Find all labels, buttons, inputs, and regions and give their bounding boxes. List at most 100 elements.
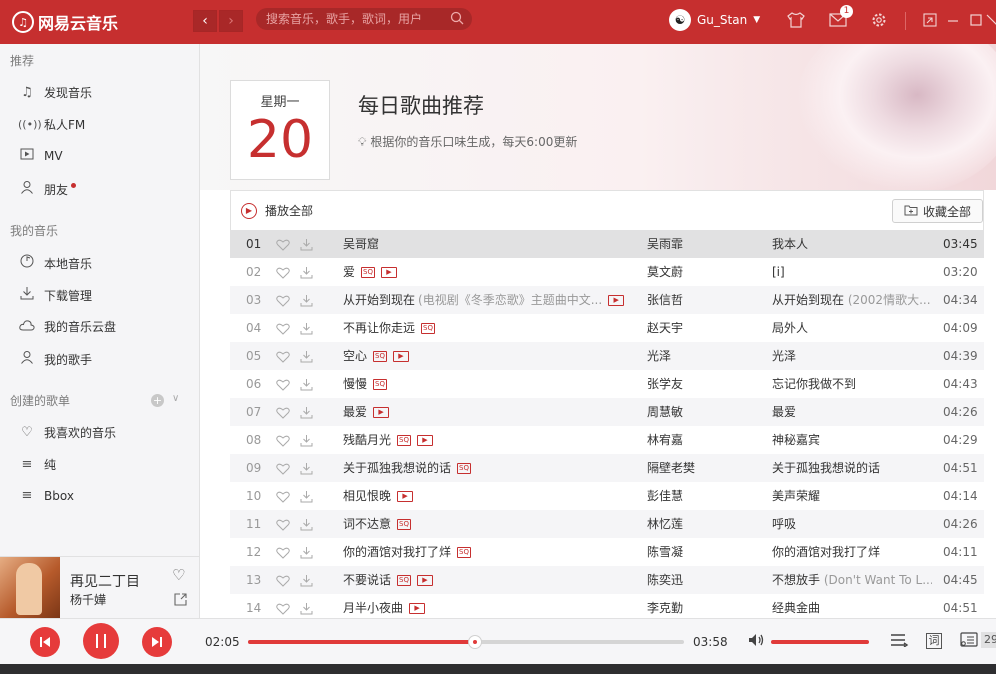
track-title[interactable]: 月半小夜曲 — [343, 594, 403, 618]
track-title[interactable]: 词不达意 — [343, 510, 391, 538]
heart-icon[interactable] — [276, 370, 290, 398]
mv-icon[interactable]: ▶ — [397, 490, 414, 502]
track-album-cell[interactable]: 不想放手 (Don't Want To L... — [772, 566, 932, 594]
progress-knob[interactable] — [467, 635, 482, 649]
previous-button[interactable] — [30, 627, 60, 657]
username[interactable]: Gu_Stan — [697, 13, 747, 27]
track-artist[interactable]: 光泽 — [647, 342, 757, 370]
track-row[interactable]: 08 残酷月光 SQ ▶ 林宥嘉 神秘嘉宾 04:29 — [230, 426, 984, 454]
heart-icon[interactable] — [276, 426, 290, 454]
back-button[interactable]: ‹ — [193, 10, 217, 32]
add-playlist-icon[interactable]: + — [151, 394, 164, 407]
heart-icon[interactable] — [276, 510, 290, 538]
track-title-cell[interactable]: 爱 SQ ▶ — [343, 258, 633, 286]
track-title-cell[interactable]: 空心 SQ ▶ — [343, 342, 633, 370]
heart-icon[interactable] — [276, 314, 290, 342]
track-album-cell[interactable]: 局外人 — [772, 314, 932, 342]
mv-icon[interactable]: ▶ — [373, 406, 390, 418]
skin-icon[interactable] — [786, 10, 806, 30]
sidebar-item-cloud[interactable]: 我的音乐云盘 — [18, 318, 116, 335]
user-menu[interactable]: ☯ Gu_Stan ▼ — [669, 9, 760, 31]
track-artist[interactable]: 张信哲 — [647, 286, 757, 314]
sidebar-item-fm[interactable]: ((•)) 私人FM — [18, 116, 85, 133]
heart-icon[interactable] — [276, 258, 290, 286]
mv-icon[interactable]: ▶ — [416, 434, 433, 446]
volume-slider[interactable] — [771, 640, 869, 644]
close-icon[interactable] — [982, 10, 996, 30]
heart-icon[interactable] — [276, 594, 290, 618]
track-title[interactable]: 不要说话 — [343, 566, 391, 594]
track-album-cell[interactable]: 你的酒馆对我打了烊 — [772, 538, 932, 566]
track-artist[interactable]: 赵天宇 — [647, 314, 757, 342]
app-logo[interactable]: ♫ 网易云音乐 — [12, 10, 118, 34]
track-album-cell[interactable]: 神秘嘉宾 — [772, 426, 932, 454]
track-row[interactable]: 12 你的酒馆对我打了烊 SQ 陈雪凝 你的酒馆对我打了烊 04:11 — [230, 538, 984, 566]
track-artist[interactable]: 陈奕迅 — [647, 566, 757, 594]
heart-icon[interactable] — [276, 230, 290, 258]
track-album-cell[interactable]: 从开始到现在 (2002情歌大... — [772, 286, 932, 314]
playlist-icon[interactable] — [960, 632, 978, 652]
mv-icon[interactable]: ▶ — [380, 266, 397, 278]
track-title-cell[interactable]: 最爱 ▶ — [343, 398, 633, 426]
play-mode-icon[interactable] — [890, 633, 909, 651]
track-title-cell[interactable]: 关于孤独我想说的话 SQ — [343, 454, 633, 482]
track-title[interactable]: 你的酒馆对我打了烊 — [343, 538, 451, 566]
track-title[interactable]: 关于孤独我想说的话 — [343, 454, 451, 482]
heart-icon[interactable] — [276, 566, 290, 594]
share-icon[interactable] — [174, 593, 187, 609]
sidebar-item-downloads[interactable]: 下载管理 — [18, 286, 92, 304]
search-input[interactable] — [266, 12, 446, 26]
heart-icon[interactable] — [276, 482, 290, 510]
download-icon[interactable] — [300, 454, 313, 482]
download-icon[interactable] — [300, 398, 313, 426]
now-playing-title[interactable]: 再见二丁目 — [70, 571, 140, 591]
download-icon[interactable] — [300, 342, 313, 370]
sidebar-item-playlist-bbox[interactable]: ≡ Bbox — [18, 488, 74, 503]
search-icon[interactable] — [450, 11, 464, 28]
track-album-cell[interactable]: 呼吸 — [772, 510, 932, 538]
download-icon[interactable] — [300, 314, 313, 342]
chevron-down-icon[interactable]: ▼ — [753, 15, 760, 25]
download-icon[interactable] — [300, 566, 313, 594]
track-row[interactable]: 07 最爱 ▶ 周慧敏 最爱 04:26 — [230, 398, 984, 426]
track-artist[interactable]: 林忆莲 — [647, 510, 757, 538]
minimize-icon[interactable] — [943, 10, 963, 30]
track-row[interactable]: 14 月半小夜曲 ▶ 李克勤 经典金曲 04:51 — [230, 594, 984, 618]
track-title[interactable]: 不再让你走远 — [343, 314, 415, 342]
now-playing-panel[interactable]: 再见二丁目 杨千嬅 ♡ — [0, 556, 200, 619]
next-button[interactable] — [142, 627, 172, 657]
mv-icon[interactable]: ▶ — [608, 294, 625, 306]
track-title-cell[interactable]: 从开始到现在 (电视剧《冬季恋歌》主题曲中文... ▶ — [343, 286, 633, 314]
track-title-cell[interactable]: 不再让你走远 SQ — [343, 314, 633, 342]
lyrics-button[interactable]: 词 — [926, 633, 942, 649]
track-album-cell[interactable]: 我本人 — [772, 230, 932, 258]
track-title[interactable]: 相见恨晚 — [343, 482, 391, 510]
track-artist[interactable]: 陈雪凝 — [647, 538, 757, 566]
chevron-down-icon[interactable]: ∨ — [172, 393, 179, 404]
search-box[interactable] — [256, 8, 472, 30]
sidebar-item-playlist-chun[interactable]: ≡ 纯 — [18, 456, 56, 473]
track-album-cell[interactable]: 经典金曲 — [772, 594, 932, 618]
now-playing-artist[interactable]: 杨千嬅 — [70, 591, 106, 608]
download-icon[interactable] — [300, 510, 313, 538]
track-album-cell[interactable]: 关于孤独我想说的话 — [772, 454, 932, 482]
track-title-cell[interactable]: 月半小夜曲 ▶ — [343, 594, 633, 618]
track-title-cell[interactable]: 吴哥窟 — [343, 230, 633, 258]
track-artist[interactable]: 莫文蔚 — [647, 258, 757, 286]
track-row[interactable]: 04 不再让你走远 SQ 赵天宇 局外人 04:09 — [230, 314, 984, 342]
track-row[interactable]: 02 爱 SQ ▶ 莫文蔚 [i] 03:20 — [230, 258, 984, 286]
download-icon[interactable] — [300, 258, 313, 286]
track-album-cell[interactable]: 最爱 — [772, 398, 932, 426]
download-icon[interactable] — [300, 594, 313, 618]
track-title[interactable]: 爱 — [343, 258, 355, 286]
track-row[interactable]: 09 关于孤独我想说的话 SQ 隔壁老樊 关于孤独我想说的话 04:51 — [230, 454, 984, 482]
track-artist[interactable]: 彭佳慧 — [647, 482, 757, 510]
pause-button[interactable] — [83, 623, 119, 659]
track-artist[interactable]: 周慧敏 — [647, 398, 757, 426]
volume-icon[interactable] — [748, 633, 765, 651]
track-title[interactable]: 慢慢 — [343, 370, 367, 398]
playlist-count[interactable]: 29 — [981, 632, 996, 648]
forward-button[interactable]: › — [219, 10, 243, 32]
avatar[interactable]: ☯ — [669, 9, 691, 31]
track-title[interactable]: 从开始到现在 — [343, 286, 415, 314]
